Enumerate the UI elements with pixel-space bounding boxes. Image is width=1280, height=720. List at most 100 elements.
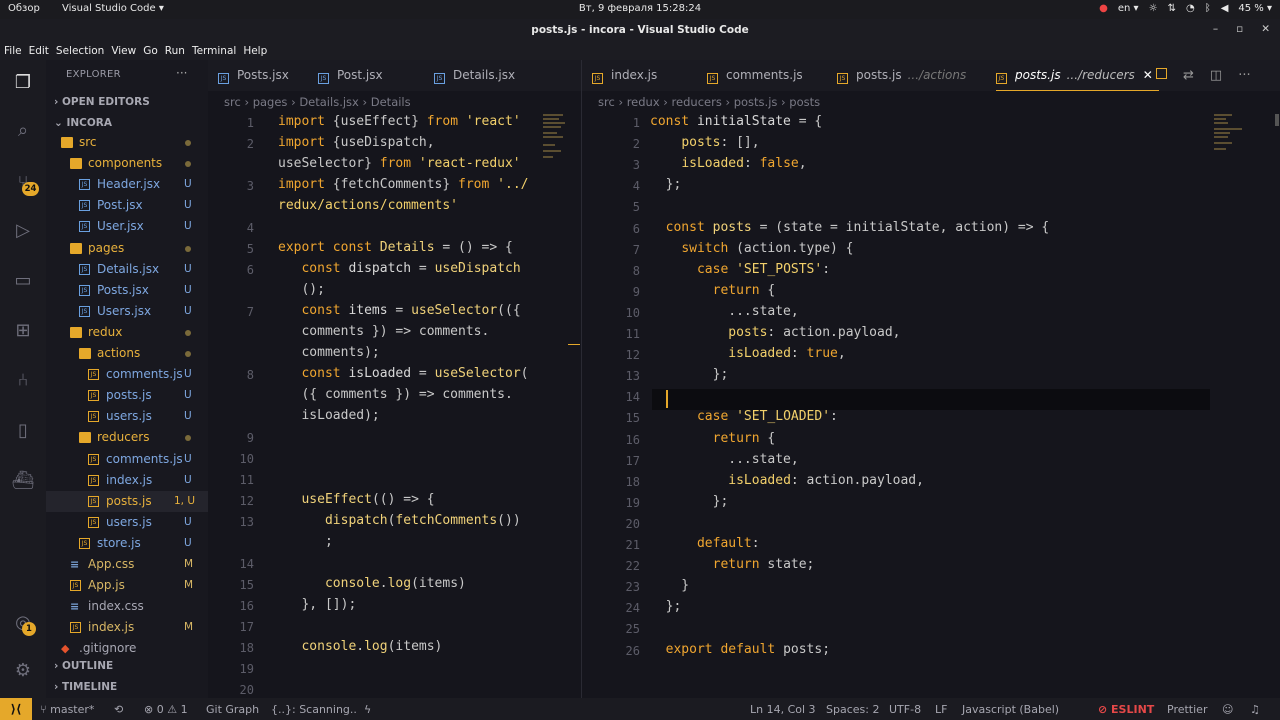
git-status: U <box>184 283 192 296</box>
tree-item[interactable]: redux <box>46 322 208 343</box>
code-line: return { <box>712 430 776 446</box>
maximize-button[interactable]: ▫ <box>1236 23 1243 35</box>
run-debug-icon[interactable]: ▷ <box>10 218 36 244</box>
menu-run[interactable]: Run <box>165 45 185 57</box>
tree-item[interactable]: JS Details.jsx U <box>46 259 208 280</box>
language-indicator[interactable]: en ▾ <box>1118 3 1139 14</box>
breadcrumb-left[interactable]: src › pages › Details.jsx › Details <box>224 95 411 109</box>
code-line: const posts = (state = initialState, act… <box>665 219 1050 235</box>
tab-details-jsx[interactable]: JS Details.jsx <box>434 60 515 91</box>
sync-icon[interactable]: ⟲ <box>114 703 123 716</box>
tree-item[interactable]: components <box>46 153 208 174</box>
line-number: 4 <box>632 179 640 194</box>
open-editors-section[interactable]: › OPEN EDITORS <box>54 96 150 108</box>
remote-explorer-icon[interactable]: ▭ <box>10 268 36 294</box>
tab-posts-jsx[interactable]: JS Posts.jsx <box>208 60 289 91</box>
notifications-icon[interactable]: ♫ <box>1250 703 1260 716</box>
split-editor-icon[interactable]: ◫ <box>1210 68 1222 83</box>
menu-edit[interactable]: Edit <box>29 45 49 57</box>
code-line: redux/actions/comments' <box>278 198 459 213</box>
minimize-button[interactable]: – <box>1213 23 1218 35</box>
line-number: 6 <box>246 263 254 277</box>
tree-item[interactable]: JS Posts.jsx U <box>46 280 208 301</box>
timeline-section[interactable]: › TIMELINE <box>54 681 117 693</box>
outline-section[interactable]: › OUTLINE <box>54 660 113 672</box>
git-graph-icon[interactable]: ⑃ <box>10 368 36 394</box>
js-file-icon: JS <box>88 369 99 381</box>
line-number: 24 <box>625 601 640 616</box>
tree-item[interactable]: JS comments.js U <box>46 364 208 385</box>
tree-item[interactable]: JS users.js U <box>46 406 208 427</box>
system-tray[interactable]: ● en ▾ ☼ ⇅ ◔ ᛒ ◀ 45 % ▾ <box>1099 3 1272 14</box>
tab-post-jsx[interactable]: JS Post.jsx <box>318 60 383 91</box>
tab-posts-js-actions[interactable]: JS posts.js .../actions <box>837 60 966 91</box>
eol[interactable]: LF <box>935 703 947 716</box>
line-number: 14 <box>239 557 254 571</box>
project-section[interactable]: ⌄ INCORA <box>54 117 112 129</box>
tree-item[interactable]: ≡ App.css M <box>46 554 208 575</box>
tree-item[interactable]: JS comments.js U <box>46 449 208 470</box>
remote-indicator-icon[interactable]: ⟩⟨ <box>0 698 32 720</box>
compare-changes-icon[interactable]: ⇄ <box>1183 68 1194 83</box>
problems-indicator[interactable]: ⊗ 0 ⚠ 1 <box>144 703 188 716</box>
menu-help[interactable]: Help <box>243 45 267 57</box>
tab-comments-js[interactable]: JS comments.js <box>707 60 803 91</box>
tree-item[interactable]: JS Header.jsx U <box>46 174 208 195</box>
cursor-position[interactable]: Ln 14, Col 3 <box>750 703 816 716</box>
encoding[interactable]: UTF-8 <box>889 703 921 716</box>
branch-indicator[interactable]: ⑂ master* <box>40 703 94 716</box>
line-number: 21 <box>625 538 640 552</box>
lightning-icon[interactable]: ϟ <box>364 703 371 716</box>
menu-view[interactable]: View <box>111 45 136 57</box>
menu-go[interactable]: Go <box>143 45 158 57</box>
tree-item[interactable]: JS posts.js U <box>46 385 208 406</box>
tree-item[interactable]: JS Post.jsx U <box>46 195 208 216</box>
tree-item[interactable]: JS users.js U <box>46 512 208 533</box>
settings-gear-icon[interactable]: ⚙ <box>10 658 36 684</box>
explorer-more-icon[interactable]: ··· <box>176 66 187 80</box>
scan-status[interactable]: {..}: Scanning.. <box>271 703 357 716</box>
tree-item[interactable]: JS User.jsx U <box>46 216 208 237</box>
tree-item[interactable]: src <box>46 132 208 153</box>
search-icon[interactable]: ⌕ <box>10 118 36 144</box>
tree-item[interactable]: reducers <box>46 427 208 448</box>
tab-index-js[interactable]: JS index.js <box>592 60 657 91</box>
feedback-icon[interactable]: ☺ <box>1222 703 1233 716</box>
scrollbar-thumb[interactable] <box>1275 114 1279 126</box>
close-tab-icon[interactable]: ✕ <box>1143 68 1153 82</box>
tree-item[interactable]: JS index.js U <box>46 470 208 491</box>
eslint-status[interactable]: ⊘ ESLINT <box>1098 703 1154 716</box>
prettier-status[interactable]: Prettier <box>1167 703 1207 716</box>
battery-indicator[interactable]: 45 % ▾ <box>1238 3 1272 14</box>
tab-posts-js-reducers[interactable]: JS posts.js .../reducers ✕ <box>996 60 1159 91</box>
folder-icon <box>61 137 73 148</box>
explorer-icon[interactable]: ❐ <box>10 70 36 96</box>
breadcrumb-right[interactable]: src › redux › reducers › posts.js › post… <box>598 95 820 109</box>
line-number: 4 <box>246 221 254 235</box>
tree-item[interactable]: JS store.js U <box>46 533 208 554</box>
tree-item[interactable]: ≡ index.css <box>46 596 208 617</box>
chrome-icon[interactable]: ● <box>1099 3 1108 14</box>
menu-selection[interactable]: Selection <box>56 45 104 57</box>
js-file-icon[interactable] <box>1156 68 1167 79</box>
tree-item[interactable]: JS Users.jsx U <box>46 301 208 322</box>
tree-item[interactable]: JS App.js M <box>46 575 208 596</box>
docker-icon[interactable]: ⛴ <box>10 468 36 494</box>
menu-file[interactable]: File <box>4 45 22 57</box>
git-graph-button[interactable]: Git Graph <box>206 703 259 716</box>
more-actions-icon[interactable]: ··· <box>1238 68 1250 83</box>
menu-terminal[interactable]: Terminal <box>192 45 236 57</box>
close-window-button[interactable]: ✕ <box>1261 23 1270 35</box>
language-mode[interactable]: Javascript (Babel) <box>962 703 1059 716</box>
extensions-icon[interactable]: ⊞ <box>10 318 36 344</box>
tree-item-label: pages <box>88 240 125 255</box>
indentation[interactable]: Spaces: 2 <box>826 703 879 716</box>
tree-item[interactable]: JS posts.js 1, U <box>46 490 208 512</box>
tree-item[interactable]: JS index.js M <box>46 617 208 638</box>
code-line: import {useEffect} from 'react' <box>278 114 521 129</box>
tree-item[interactable]: actions <box>46 343 208 364</box>
tree-item[interactable]: pages <box>46 238 208 259</box>
bookmarks-icon[interactable]: ▯ <box>10 418 36 444</box>
tree-item[interactable]: ◆ .gitignore <box>46 638 208 659</box>
clock[interactable]: Вт, 9 февраля 15:28:24 <box>0 3 1280 14</box>
